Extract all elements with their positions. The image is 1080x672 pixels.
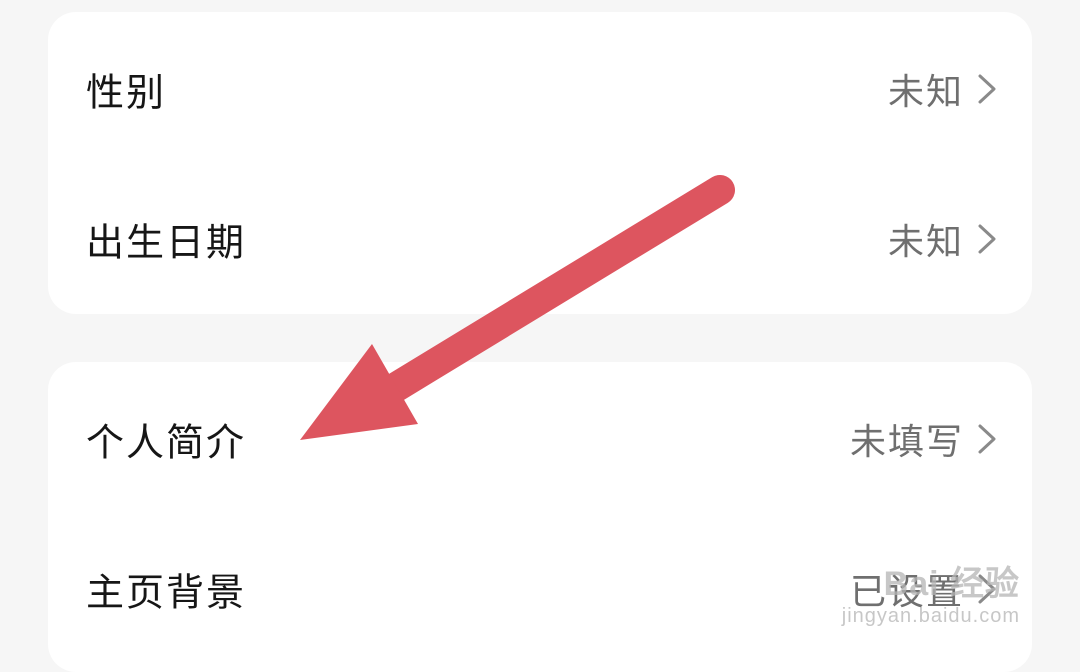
- row-label-gender: 性别: [86, 70, 167, 115]
- settings-card-basic: 性别 未知 出生日期 未知: [48, 12, 1032, 314]
- watermark-url: jingyan.baidu.com: [841, 605, 1020, 627]
- chevron-right-icon: [978, 224, 996, 254]
- row-value-gender: 未知: [887, 72, 964, 113]
- chevron-right-icon: [978, 424, 996, 454]
- watermark-logo: Bai 经验: [883, 565, 1020, 603]
- row-value-birthday: 未知: [887, 222, 964, 263]
- row-value-bio: 未填写: [849, 422, 964, 463]
- settings-row-birthday[interactable]: 出生日期 未知: [48, 164, 1032, 314]
- settings-row-gender[interactable]: 性别 未知: [48, 14, 1032, 164]
- row-label-homepage-background: 主页背景: [86, 570, 247, 615]
- chevron-right-icon: [978, 74, 996, 104]
- watermark: Bai 经验 jingyan.baidu.com: [842, 556, 1020, 628]
- settings-row-bio[interactable]: 个人简介 未填写: [48, 364, 1032, 514]
- row-label-bio: 个人简介: [86, 420, 247, 465]
- row-label-birthday: 出生日期: [86, 220, 247, 265]
